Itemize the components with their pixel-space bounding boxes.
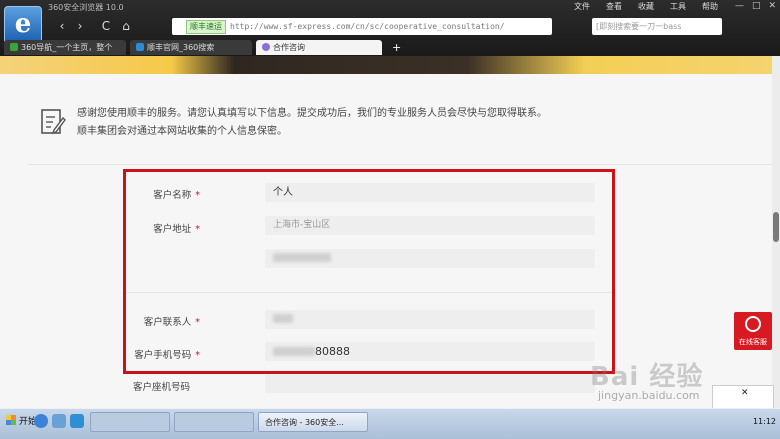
- browser-title: 360安全浏览器 10.0: [48, 3, 124, 12]
- notice-line-2: 顺丰集团会对通过本网站收集的个人信息保密。: [77, 126, 287, 137]
- tab-cooperative-consultation[interactable]: 合作咨询: [256, 40, 382, 55]
- window-controls: — □ ✕: [735, 1, 776, 11]
- close-icon[interactable]: ✕: [768, 1, 776, 11]
- scrollbar-thumb[interactable]: [773, 212, 779, 242]
- new-tab-button[interactable]: +: [386, 40, 407, 55]
- form-notice-icon: [41, 109, 66, 135]
- online-service-button[interactable]: 在线客服: [734, 312, 772, 350]
- form-notice: 感谢您使用顺丰的服务。请您认真填写以下信息。提交成功后，我们的专业服务人员会尽快…: [77, 105, 547, 141]
- chat-icon: [745, 316, 761, 332]
- windows-logo-icon: [6, 415, 16, 425]
- taskbar-task[interactable]: [90, 412, 170, 432]
- forward-button[interactable]: ›: [72, 18, 88, 34]
- explorer-icon[interactable]: [52, 414, 66, 428]
- online-service-label: 在线客服: [739, 338, 767, 346]
- address-bar[interactable]: 顺丰速运 http://www.sf-express.com/cn/sc/coop…: [172, 18, 552, 35]
- menu-file[interactable]: 文件: [574, 1, 590, 12]
- taskbar-task[interactable]: [174, 412, 254, 432]
- tab-360-nav[interactable]: 360导航_一个主页，整个世界: [4, 40, 126, 67]
- page-banner-image: [0, 56, 780, 74]
- landline-label: 客户座机号码: [132, 382, 190, 393]
- tab-sf-search[interactable]: 顺丰官网_360搜索: [130, 40, 252, 55]
- tab-favicon-icon: [10, 43, 18, 51]
- maximize-icon[interactable]: □: [752, 1, 761, 11]
- back-button[interactable]: ‹: [54, 18, 70, 34]
- menu-help[interactable]: 帮助: [702, 1, 718, 12]
- watermark-brand: Bai 经验: [590, 362, 704, 392]
- minimize-icon[interactable]: —: [735, 1, 744, 11]
- baidu-watermark: Bai 经验 jingyan.baidu.com: [590, 356, 704, 402]
- menu-tools[interactable]: 工具: [670, 1, 686, 12]
- taskbar-task-active[interactable]: 合作咨询 - 360安全...: [258, 412, 368, 432]
- highlight-frame: [123, 169, 615, 374]
- menu-view[interactable]: 查看: [606, 1, 622, 12]
- reload-button[interactable]: C: [98, 18, 114, 34]
- tab-strip: 360导航_一个主页，整个世界 顺丰官网_360搜索 合作咨询 +: [0, 39, 780, 67]
- home-button[interactable]: ⌂: [118, 18, 134, 34]
- windows-taskbar: 开始 合作咨询 - 360安全... 11:12: [0, 408, 780, 439]
- divider: [28, 164, 772, 165]
- ie-icon[interactable]: [34, 414, 48, 428]
- search-input[interactable]: [即刻搜索要一刀一bass: [592, 18, 722, 35]
- landline-field[interactable]: [265, 375, 595, 393]
- menu-favorites[interactable]: 收藏: [638, 1, 654, 12]
- close-icon[interactable]: ✕: [741, 388, 749, 398]
- app-icon[interactable]: [70, 414, 84, 428]
- search-favicon-icon: [136, 43, 144, 51]
- browser-menu: 文件 查看 收藏 工具 帮助: [574, 1, 718, 12]
- clock: 11:12: [752, 417, 776, 426]
- watermark-site: jingyan.baidu.com: [598, 389, 700, 402]
- notice-line-1: 感谢您使用顺丰的服务。请您认真填写以下信息。提交成功后，我们的专业服务人员会尽快…: [77, 108, 547, 119]
- address-url: http://www.sf-express.com/cn/sc/cooperat…: [230, 22, 505, 31]
- browser-toolbar: e 360安全浏览器 10.0 文件 查看 收藏 工具 帮助 — □ ✕ ‹ ›…: [0, 0, 780, 67]
- page-favicon-icon: [262, 43, 270, 51]
- site-verified-badge: 顺丰速运: [186, 20, 226, 34]
